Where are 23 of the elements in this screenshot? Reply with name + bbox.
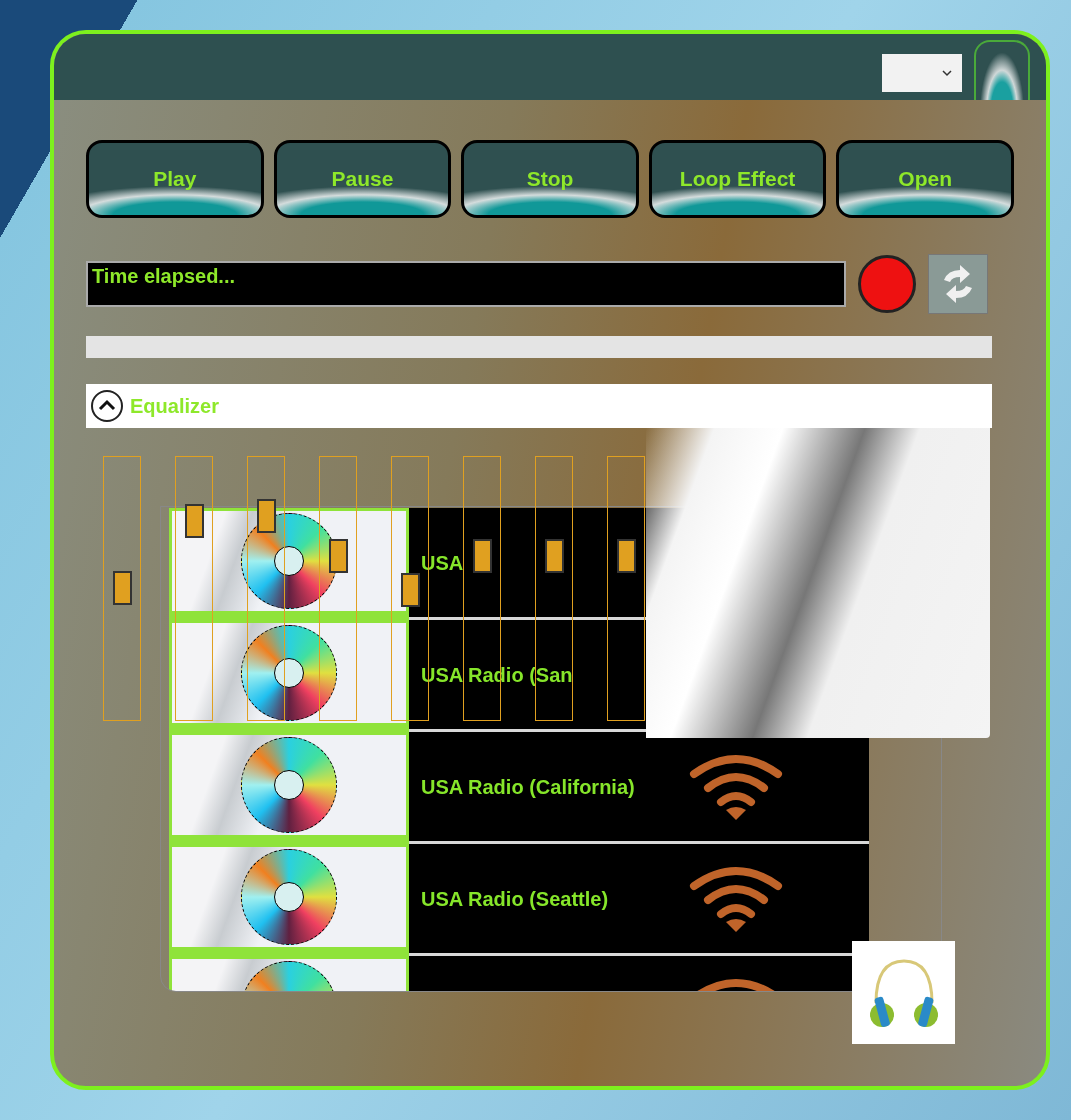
cd-icon	[241, 737, 337, 833]
control-button[interactable]: Play	[86, 140, 264, 218]
control-button[interactable]: Loop Effect	[648, 140, 827, 218]
station-name[interactable]: USA Radio (Seattle)	[421, 883, 609, 914]
control-button[interactable]: Stop	[461, 140, 639, 218]
equalizer-slider[interactable]	[607, 456, 645, 721]
time-display: Time elapsed...	[86, 261, 846, 307]
equalizer-slider[interactable]	[175, 456, 213, 721]
station-name[interactable]: USA Radio (California)	[421, 771, 635, 802]
cd-icon	[241, 625, 337, 721]
record-button[interactable]	[858, 255, 916, 313]
cd-icon	[241, 849, 337, 945]
equalizer-slider[interactable]	[103, 456, 141, 721]
equalizer-label: Equalizer	[130, 394, 219, 419]
refresh-button[interactable]	[928, 254, 988, 314]
chevron-up-icon	[90, 389, 124, 423]
equalizer-slider[interactable]	[247, 456, 285, 721]
equalizer-slider[interactable]	[319, 456, 357, 721]
control-button[interactable]: Pause	[273, 140, 452, 218]
minimize-button[interactable]	[974, 40, 1030, 100]
chevron-down-icon	[942, 69, 952, 77]
control-button[interactable]: Open	[836, 140, 1014, 218]
headphones-icon	[852, 941, 955, 1044]
